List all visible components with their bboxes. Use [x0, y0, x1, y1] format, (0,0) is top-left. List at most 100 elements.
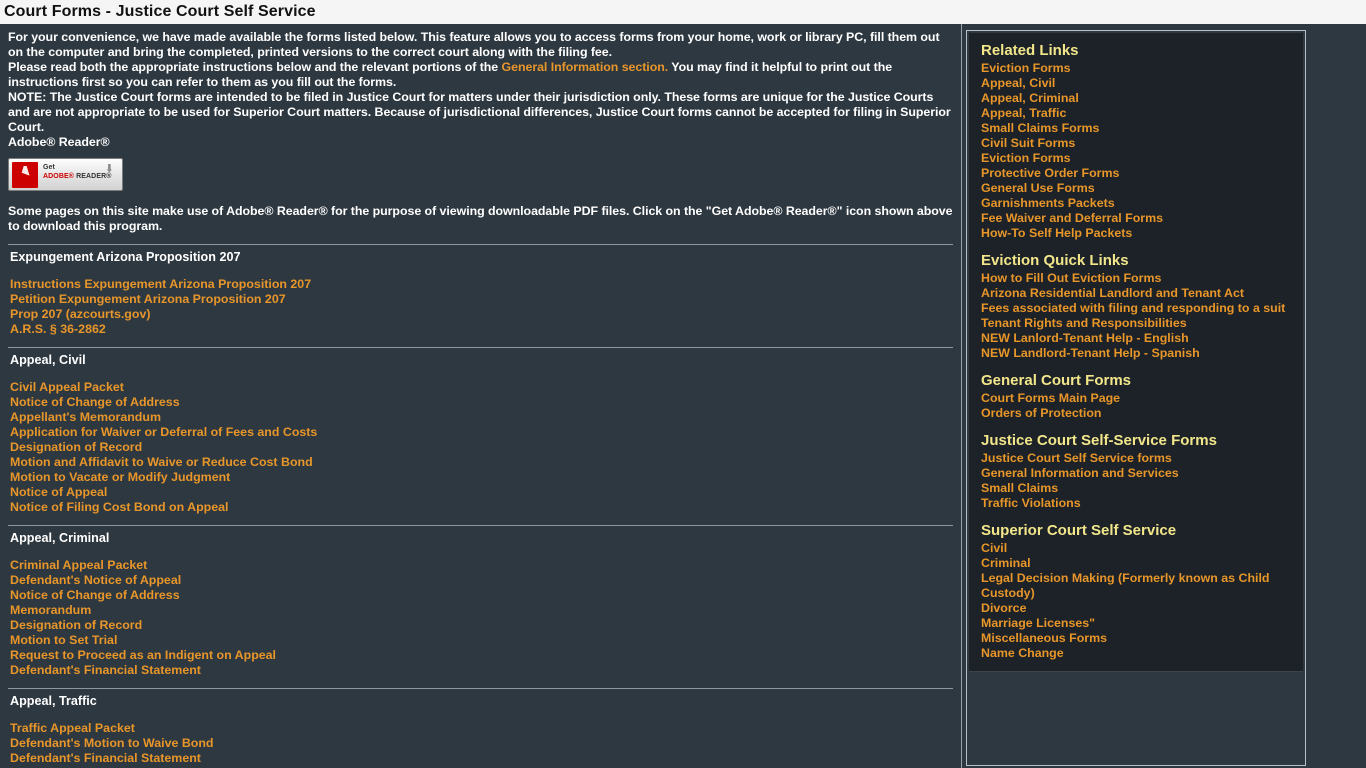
list-item[interactable]: Criminal Appeal Packet: [10, 558, 953, 573]
section-divider: [8, 347, 953, 348]
adobe-note-block: Some pages on this site make use of Adob…: [8, 204, 953, 234]
list-item[interactable]: Notice of Change of Address: [10, 395, 953, 410]
adobe-button-label: Get ADOBE® READER®: [43, 163, 112, 181]
sidebar-link-list: How to Fill Out Eviction Forms Arizona R…: [981, 271, 1293, 361]
sidebar-item-name-change[interactable]: Name Change: [981, 646, 1293, 661]
list-item[interactable]: A.R.S. § 36-2862: [10, 322, 953, 337]
list-item[interactable]: Designation of Record: [10, 440, 953, 455]
sidebar-item-fees-associated-with-filing[interactable]: Fees associated with filing and respondi…: [981, 301, 1293, 316]
sidebar-item-eviction-forms[interactable]: Eviction Forms: [981, 61, 1293, 76]
download-arrow-icon: ⬇: [104, 163, 114, 175]
section-heading: Expungement Arizona Proposition 207: [10, 250, 241, 264]
adobe-brand-label: ADOBE®: [43, 173, 75, 180]
list-item[interactable]: Designation of Record: [10, 618, 953, 633]
sidebar-group-heading: General Court Forms: [981, 372, 1132, 389]
sidebar-item-protective-order-forms[interactable]: Protective Order Forms: [981, 166, 1293, 181]
page-body: For your convenience, we have made avail…: [0, 24, 1366, 768]
main-content: For your convenience, we have made avail…: [0, 24, 962, 768]
sidebar-item-small-claims-forms[interactable]: Small Claims Forms: [981, 121, 1293, 136]
sidebar-group-heading: Eviction Quick Links: [981, 252, 1129, 269]
sidebar-item-criminal[interactable]: Criminal: [981, 556, 1293, 571]
list-item[interactable]: Defendant's Financial Statement: [10, 663, 953, 678]
sidebar-item-legal-decision-making[interactable]: Legal Decision Making (Formerly known as…: [981, 571, 1293, 601]
list-item[interactable]: Application for Waiver or Deferral of Fe…: [10, 425, 953, 440]
sidebar-item-appeal-criminal[interactable]: Appeal, Criminal: [981, 91, 1293, 106]
list-item[interactable]: Appellant's Memorandum: [10, 410, 953, 425]
sidebar-item-how-to-self-help-packets[interactable]: How-To Self Help Packets: [981, 226, 1293, 241]
sidebar-item-landlord-tenant-help-english[interactable]: NEW Lanlord-Tenant Help - English: [981, 331, 1293, 346]
list-item[interactable]: Civil Appeal Packet: [10, 380, 953, 395]
adobe-reader-label: Adobe® Reader®: [8, 135, 110, 149]
sidebar-item-general-use-forms[interactable]: General Use Forms: [981, 181, 1293, 196]
list-item[interactable]: Defendant's Motion to Waive Bond: [10, 736, 953, 751]
sidebar-group-heading: Justice Court Self-Service Forms: [981, 432, 1217, 449]
list-item[interactable]: Notice of Appeal: [10, 485, 953, 500]
list-item[interactable]: Prop 207 (azcourts.gov): [10, 307, 953, 322]
list-item[interactable]: Request to Proceed as an Indigent on App…: [10, 648, 953, 663]
sidebar-panel: Related Links Eviction Forms Appeal, Civ…: [969, 33, 1303, 672]
intro-paragraph-2: Please read both the appropriate instruc…: [8, 60, 953, 90]
section-divider: [8, 244, 953, 245]
sidebar-item-marriage-licenses[interactable]: Marriage Licenses": [981, 616, 1293, 631]
section-link-list: Traffic Appeal Packet Defendant's Motion…: [10, 721, 953, 766]
list-item[interactable]: Defendant's Financial Statement: [10, 751, 953, 766]
intro-p2-before: Please read both the appropriate instruc…: [8, 60, 502, 74]
sidebar-item-justice-court-self-service-forms[interactable]: Justice Court Self Service forms: [981, 451, 1293, 466]
sidebar-group-justice-court-self-service-forms: Justice Court Self-Service Forms Justice…: [981, 431, 1293, 511]
sidebar-group-superior-court-self-service: Superior Court Self Service Civil Crimin…: [981, 521, 1293, 661]
list-item[interactable]: Notice of Change of Address: [10, 588, 953, 603]
sidebar: Related Links Eviction Forms Appeal, Civ…: [962, 24, 1366, 768]
sidebar-item-divorce[interactable]: Divorce: [981, 601, 1293, 616]
sidebar-item-orders-of-protection[interactable]: Orders of Protection: [981, 406, 1293, 421]
sidebar-link-list: Civil Criminal Legal Decision Making (Fo…: [981, 541, 1293, 661]
sidebar-item-landlord-tenant-help-spanish[interactable]: NEW Landlord-Tenant Help - Spanish: [981, 346, 1293, 361]
sidebar-item-miscellaneous-forms[interactable]: Miscellaneous Forms: [981, 631, 1293, 646]
adobe-get-label: Get: [43, 164, 55, 171]
list-item[interactable]: Memorandum: [10, 603, 953, 618]
section-link-list: Civil Appeal Packet Notice of Change of …: [10, 380, 953, 515]
forms-section: Appeal, Criminal Criminal Appeal Packet …: [8, 525, 953, 678]
sidebar-item-small-claims[interactable]: Small Claims: [981, 481, 1293, 496]
sidebar-item-garnishments-packets[interactable]: Garnishments Packets: [981, 196, 1293, 211]
list-item[interactable]: Motion and Affidavit to Waive or Reduce …: [10, 455, 953, 470]
forms-section: Appeal, Civil Civil Appeal Packet Notice…: [8, 347, 953, 515]
sidebar-item-fee-waiver-deferral-forms[interactable]: Fee Waiver and Deferral Forms: [981, 211, 1293, 226]
general-information-section-link[interactable]: General Information section.: [502, 60, 669, 74]
adobe-reader-block: Get ADOBE® READER® ⬇: [8, 158, 953, 195]
sidebar-link-list: Justice Court Self Service forms General…: [981, 451, 1293, 511]
sidebar-item-appeal-civil[interactable]: Appeal, Civil: [981, 76, 1293, 91]
sidebar-item-eviction-forms-2[interactable]: Eviction Forms: [981, 151, 1293, 166]
section-link-list: Criminal Appeal Packet Defendant's Notic…: [10, 558, 953, 678]
section-heading: Appeal, Traffic: [10, 694, 97, 708]
sidebar-group-related-links: Related Links Eviction Forms Appeal, Civ…: [981, 41, 1293, 241]
sidebar-item-general-information-and-services[interactable]: General Information and Services: [981, 466, 1293, 481]
adobe-note-text: Some pages on this site make use of Adob…: [8, 204, 953, 233]
sidebar-item-court-forms-main-page[interactable]: Court Forms Main Page: [981, 391, 1293, 406]
section-heading: Appeal, Civil: [10, 353, 86, 367]
sidebar-item-civil-suit-forms[interactable]: Civil Suit Forms: [981, 136, 1293, 151]
page-title: Court Forms - Justice Court Self Service: [0, 0, 1366, 24]
sidebar-group-heading: Superior Court Self Service: [981, 522, 1177, 539]
list-item[interactable]: Instructions Expungement Arizona Proposi…: [10, 277, 953, 292]
sidebar-item-appeal-traffic[interactable]: Appeal, Traffic: [981, 106, 1293, 121]
section-divider: [8, 525, 953, 526]
forms-section: Appeal, Traffic Traffic Appeal Packet De…: [8, 688, 953, 766]
list-item[interactable]: Motion to Vacate or Modify Judgment: [10, 470, 953, 485]
list-item[interactable]: Traffic Appeal Packet: [10, 721, 953, 736]
sidebar-frame: Related Links Eviction Forms Appeal, Civ…: [966, 30, 1306, 766]
list-item[interactable]: Notice of Filing Cost Bond on Appeal: [10, 500, 953, 515]
sidebar-item-civil[interactable]: Civil: [981, 541, 1293, 556]
sidebar-item-arizona-residential-landlord-tenant-act[interactable]: Arizona Residential Landlord and Tenant …: [981, 286, 1293, 301]
section-divider: [8, 688, 953, 689]
sidebar-item-tenant-rights-responsibilities[interactable]: Tenant Rights and Responsibilities: [981, 316, 1293, 331]
list-item[interactable]: Motion to Set Trial: [10, 633, 953, 648]
list-item[interactable]: Defendant's Notice of Appeal: [10, 573, 953, 588]
adobe-acrobat-icon: [12, 162, 38, 188]
sidebar-group-heading: Related Links: [981, 42, 1079, 59]
sidebar-item-traffic-violations[interactable]: Traffic Violations: [981, 496, 1293, 511]
sidebar-item-how-to-fill-out-eviction-forms[interactable]: How to Fill Out Eviction Forms: [981, 271, 1293, 286]
get-adobe-reader-button[interactable]: Get ADOBE® READER® ⬇: [8, 158, 123, 191]
list-item[interactable]: Petition Expungement Arizona Proposition…: [10, 292, 953, 307]
sidebar-group-eviction-quick-links: Eviction Quick Links How to Fill Out Evi…: [981, 251, 1293, 361]
intro-paragraph-1: For your convenience, we have made avail…: [8, 30, 940, 59]
